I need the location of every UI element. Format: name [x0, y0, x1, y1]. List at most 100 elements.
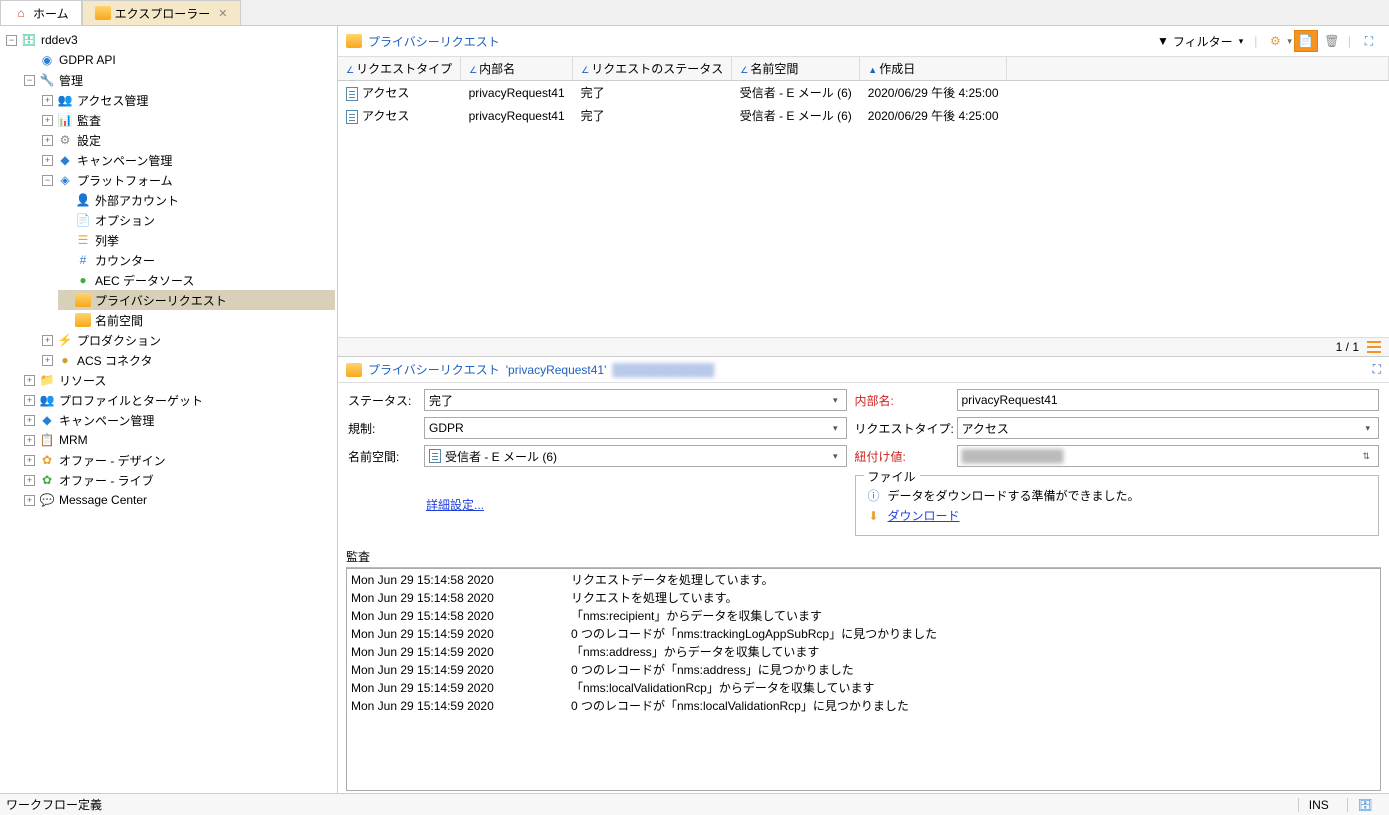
- detail-header: プライバシーリクエスト 'privacyRequest41' █████████…: [338, 357, 1389, 383]
- tree-root[interactable]: −🗄rddev3: [4, 30, 335, 50]
- tree-gdpr-api[interactable]: ◉GDPR API: [22, 50, 335, 70]
- table-row[interactable]: アクセスprivacyRequest41完了受信者 - E メール (6)202…: [338, 104, 1389, 127]
- chevron-down-icon: ▾: [1361, 423, 1374, 434]
- expand-detail-button[interactable]: ⛶: [1373, 362, 1381, 377]
- download-link[interactable]: ダウンロード: [888, 507, 960, 524]
- resource-icon: 📁: [39, 372, 55, 388]
- doc-icon: [346, 87, 358, 101]
- chevron-down-icon: ▾: [829, 423, 842, 434]
- audit-row: Mon Jun 29 15:14:59 20200 つのレコードが「nms:ad…: [351, 661, 1376, 679]
- col-ns[interactable]: ∠名前空間: [732, 57, 860, 81]
- detail-title-prefix: プライバシーリクエスト: [368, 361, 500, 378]
- platform-icon: ◈: [57, 172, 73, 188]
- folder-icon: [95, 6, 111, 20]
- pager: 1 / 1: [1336, 340, 1359, 354]
- tree-offer-live[interactable]: +✿オファー - ライブ: [22, 470, 335, 490]
- sort-icon: ∠: [740, 65, 748, 75]
- tree-settings[interactable]: +⚙設定: [40, 130, 335, 150]
- settings-button[interactable]: ⚙: [1263, 30, 1287, 52]
- close-icon[interactable]: ✕: [218, 7, 227, 20]
- tree-access-mgmt[interactable]: +👥アクセス管理: [40, 90, 335, 110]
- tree-privacy-request[interactable]: プライバシーリクエスト: [58, 290, 335, 310]
- recon-input[interactable]: ████████████⇅: [957, 445, 1380, 467]
- status-select[interactable]: 完了▾: [424, 389, 847, 411]
- audit-row: Mon Jun 29 15:14:59 2020「nms:address」からデ…: [351, 643, 1376, 661]
- file-legend: ファイル: [864, 468, 920, 485]
- new-button[interactable]: 📄: [1294, 30, 1318, 52]
- tab-home-label: ホーム: [33, 5, 69, 22]
- connector-icon: ●: [57, 352, 73, 368]
- home-icon: ⌂: [13, 5, 29, 21]
- tab-home[interactable]: ⌂ ホーム: [0, 0, 82, 25]
- delete-button[interactable]: 🗑: [1320, 30, 1344, 52]
- list-menu-icon[interactable]: [1367, 341, 1381, 353]
- table-row[interactable]: アクセスprivacyRequest41完了受信者 - E メール (6)202…: [338, 81, 1389, 105]
- tree-acs[interactable]: +●ACS コネクタ: [40, 350, 335, 370]
- col-type[interactable]: ∠リクエストタイプ: [338, 57, 461, 81]
- tree-production[interactable]: +⚡プロダクション: [40, 330, 335, 350]
- tree-profile-target[interactable]: +👥プロファイルとターゲット: [22, 390, 335, 410]
- tree-audit[interactable]: +📊監査: [40, 110, 335, 130]
- detail-form: ステータス: 完了▾ 内部名: 規制: GDPR▾ リクエストタイプ: アクセス…: [338, 383, 1389, 542]
- tree-enum[interactable]: ☰列挙: [58, 230, 335, 250]
- tree-offer-design[interactable]: +✿オファー - デザイン: [22, 450, 335, 470]
- tab-bar: ⌂ ホーム エクスプローラー ✕: [0, 0, 1389, 26]
- expand-button[interactable]: ⛶: [1357, 30, 1381, 52]
- tree-campaign-mgmt2[interactable]: +◆キャンペーン管理: [22, 410, 335, 430]
- namespace-select[interactable]: 受信者 - E メール (6)▾: [424, 445, 847, 467]
- datasource-icon: ●: [75, 272, 91, 288]
- col-internal[interactable]: ∠内部名: [461, 57, 573, 81]
- database-icon: 🗄: [21, 32, 37, 48]
- status-left: ワークフロー定義: [6, 796, 102, 813]
- download-icon: ⬇: [866, 508, 882, 524]
- account-icon: 👤: [75, 192, 91, 208]
- tree-admin[interactable]: −🔧管理: [22, 70, 335, 90]
- regulation-select[interactable]: GDPR▾: [424, 417, 847, 439]
- label-recon: 紐付け値:: [855, 448, 949, 465]
- tree-aec[interactable]: ●AEC データソース: [58, 270, 335, 290]
- file-ready-text: データをダウンロードする準備ができました。: [888, 487, 1140, 504]
- sort-icon: ∠: [469, 65, 477, 75]
- tree-platform[interactable]: −◈プラットフォーム: [40, 170, 335, 190]
- gear-icon: ⚙: [1270, 34, 1281, 48]
- audit-row: Mon Jun 29 15:14:58 2020リクエストデータを処理しています…: [351, 571, 1376, 589]
- audit-log[interactable]: Mon Jun 29 15:14:58 2020リクエストデータを処理しています…: [346, 568, 1381, 791]
- file-box: ファイル ⓘデータをダウンロードする準備ができました。 ⬇ダウンロード: [855, 475, 1380, 536]
- profile-icon: 👥: [39, 392, 55, 408]
- status-ins: INS: [1298, 798, 1339, 812]
- filter-button[interactable]: ▼フィルター▾: [1150, 30, 1250, 52]
- folder-icon: [75, 313, 91, 327]
- tree-counter[interactable]: #カウンター: [58, 250, 335, 270]
- audit-row: Mon Jun 29 15:14:59 20200 つのレコードが「nms:tr…: [351, 625, 1376, 643]
- label-status: ステータス:: [348, 392, 416, 409]
- tree-option[interactable]: 📄オプション: [58, 210, 335, 230]
- doc-icon: [346, 110, 358, 124]
- request-grid: ∠リクエストタイプ ∠内部名 ∠リクエストのステータス ∠名前空間 ▲作成日 ア…: [338, 57, 1389, 357]
- list-title: プライバシーリクエスト: [368, 33, 500, 50]
- reqtype-select[interactable]: アクセス▾: [957, 417, 1380, 439]
- audit-row: Mon Jun 29 15:14:58 2020「nms:recipient」か…: [351, 607, 1376, 625]
- internal-name-input[interactable]: [957, 389, 1380, 411]
- tree-resource[interactable]: +📁リソース: [22, 370, 335, 390]
- label-reqtype: リクエストタイプ:: [855, 420, 949, 437]
- tree-namespace[interactable]: 名前空間: [58, 310, 335, 330]
- tree-campaign-mgmt[interactable]: +◆キャンペーン管理: [40, 150, 335, 170]
- advanced-settings-link[interactable]: 詳細設定...: [424, 496, 847, 513]
- tree-ext-account[interactable]: 👤外部アカウント: [58, 190, 335, 210]
- users-icon: 👥: [57, 92, 73, 108]
- label-internal: 内部名:: [855, 392, 949, 409]
- tree-mrm[interactable]: +📋MRM: [22, 430, 335, 450]
- tab-explorer-label: エクスプローラー: [115, 5, 211, 22]
- folder-icon: [346, 363, 362, 377]
- col-status[interactable]: ∠リクエストのステータス: [573, 57, 732, 81]
- enum-icon: ☰: [75, 232, 91, 248]
- tree-message-center[interactable]: +💬Message Center: [22, 490, 335, 510]
- tab-explorer[interactable]: エクスプローラー ✕: [82, 0, 241, 25]
- offer-icon: ✿: [39, 452, 55, 468]
- audit-row: Mon Jun 29 15:14:59 20200 つのレコードが「nms:lo…: [351, 697, 1376, 715]
- audit-row: Mon Jun 29 15:14:59 2020「nms:localValida…: [351, 679, 1376, 697]
- label-regulation: 規制:: [348, 420, 416, 437]
- list-toolbar: プライバシーリクエスト ▼フィルター▾ | ⚙ ▾ 📄 🗑 | ⛶: [338, 26, 1389, 57]
- col-created[interactable]: ▲作成日: [860, 57, 1007, 81]
- label-ns: 名前空間:: [348, 448, 416, 465]
